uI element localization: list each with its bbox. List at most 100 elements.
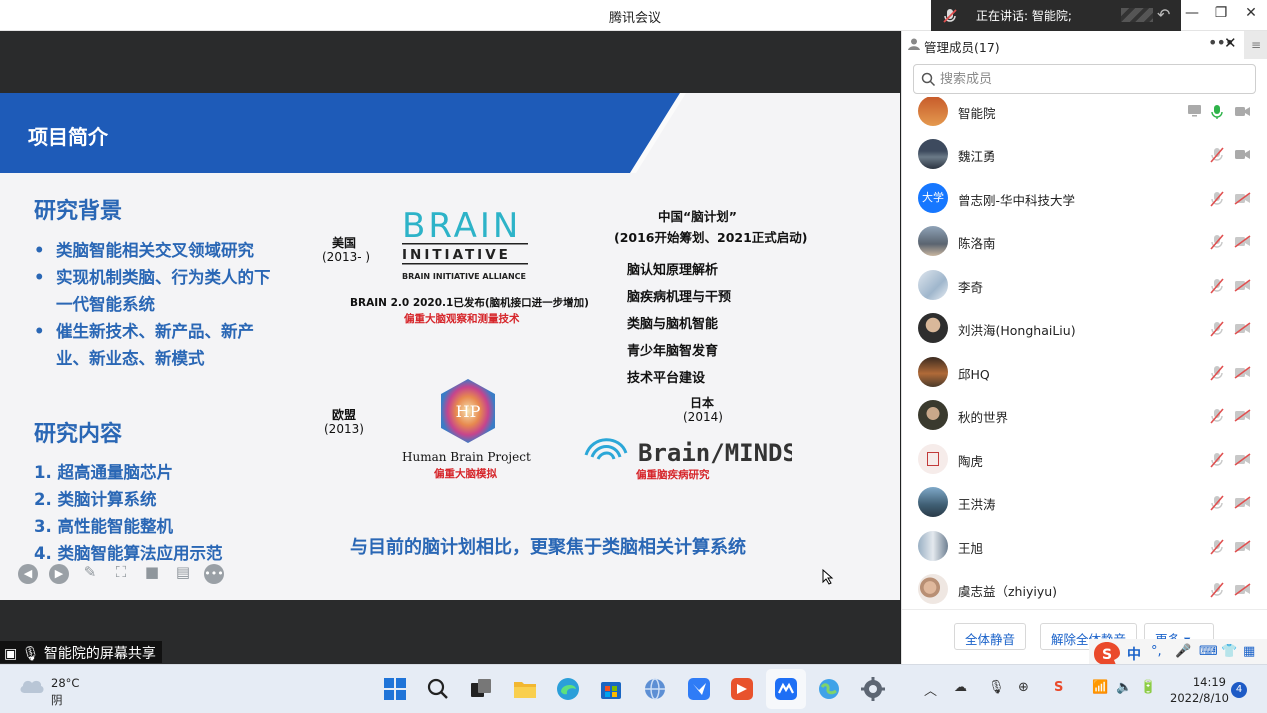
screen: 腾讯会议 正在讲话: 智能院; ↶ — ❐ ✕ 项目简介 研究背景 • 类脑智能…: [0, 0, 1267, 713]
voice-input-icon[interactable]: 🎤: [1175, 644, 1191, 659]
sogou-ime-icon[interactable]: S: [1092, 640, 1122, 667]
ime-language[interactable]: 中: [1127, 644, 1141, 664]
mic-muted-icon[interactable]: [1209, 452, 1225, 468]
member-row[interactable]: 邱HQ: [902, 351, 1267, 394]
punctuation-icon[interactable]: °,: [1151, 644, 1162, 659]
file-explorer-icon[interactable]: [512, 676, 538, 702]
mic-muted-icon[interactable]: [1209, 234, 1225, 250]
mic-muted-icon[interactable]: [1209, 408, 1225, 424]
ime-toolbar: S 中 °, 🎤 ⌨ 👕 ▦: [1089, 639, 1267, 667]
globe-browser-icon[interactable]: [642, 676, 668, 702]
panel-close-icon[interactable]: ✕: [1224, 34, 1237, 52]
onedrive-cloud-icon[interactable]: ☁: [954, 680, 967, 695]
background-bullets: 类脑智能相关交叉领域研究 实现机制类脑、行为类人的下一代智能系统 催生新技术、新…: [34, 237, 284, 372]
camera-off-icon[interactable]: [1234, 279, 1251, 292]
ime-mode-icon[interactable]: ⊕: [1018, 680, 1029, 695]
mic-muted-icon[interactable]: [1209, 495, 1225, 511]
member-row[interactable]: 刘洪海(HonghaiLiu): [902, 307, 1267, 350]
camera-off-icon[interactable]: [1234, 235, 1251, 248]
volume-bars-icon: [1121, 8, 1153, 22]
tencent-meeting-icon[interactable]: [773, 676, 799, 702]
clock[interactable]: 14:19 2022/8/10: [1170, 674, 1229, 706]
feishu-icon[interactable]: [686, 676, 712, 702]
restore-button[interactable]: ❐: [1209, 5, 1233, 21]
windows-start-icon[interactable]: [382, 676, 408, 702]
eu-label: 欧盟: [332, 408, 357, 422]
mic-muted-icon[interactable]: [1209, 147, 1225, 163]
china-period: (2016开始筹划、2021正式启动): [614, 230, 808, 245]
mute-all-button[interactable]: 全体静音: [954, 623, 1027, 650]
volume-icon[interactable]: 🔈: [1116, 680, 1132, 695]
mic-muted-icon[interactable]: [1209, 539, 1225, 555]
search-icon: [921, 72, 936, 87]
china-item: 脑疾病机理与干预: [627, 290, 732, 305]
collapse-arrow-icon[interactable]: ↶: [1157, 5, 1170, 24]
member-row[interactable]: 王旭: [902, 525, 1267, 568]
member-row[interactable]: 陶虎: [902, 438, 1267, 481]
comment-icon[interactable]: ▤: [173, 562, 193, 582]
close-button[interactable]: ✕: [1239, 5, 1263, 21]
edge-browser-icon[interactable]: [555, 676, 581, 702]
member-row[interactable]: 魏江勇: [902, 133, 1267, 176]
member-row[interactable]: 虞志益（zhiyiyu): [902, 568, 1267, 605]
settings-icon[interactable]: [860, 676, 886, 702]
camera-icon[interactable]: [1234, 148, 1251, 161]
next-slide-icon[interactable]: ▶: [49, 564, 69, 584]
search-icon[interactable]: [425, 676, 451, 702]
mic-icon: 🎙: [21, 646, 40, 662]
mic-on-icon[interactable]: [1209, 104, 1225, 120]
brain-logo-initiative: INITIATIVE: [402, 247, 511, 263]
avatar: [918, 487, 948, 517]
toolbox-icon[interactable]: ▦: [1243, 644, 1255, 659]
camera-off-icon[interactable]: [1234, 192, 1251, 205]
member-row[interactable]: 秋的世界: [902, 394, 1267, 437]
keyboard-icon[interactable]: ⌨: [1199, 644, 1218, 659]
camera-off-icon[interactable]: [1234, 540, 1251, 553]
more-options-icon[interactable]: •••: [204, 564, 224, 584]
member-search-input[interactable]: [940, 69, 1240, 89]
mic-muted-icon[interactable]: [1209, 582, 1225, 598]
notification-badge[interactable]: 4: [1231, 682, 1247, 698]
mic-muted-icon[interactable]: [1209, 365, 1225, 381]
china-item: 青少年脑智发育: [627, 344, 719, 359]
crop-icon[interactable]: ⛶: [111, 562, 131, 582]
camera-off-icon[interactable]: [1234, 583, 1251, 596]
maps-app-icon[interactable]: [816, 676, 842, 702]
battery-icon[interactable]: 🔋: [1140, 680, 1156, 695]
weather-widget[interactable]: 28°C 阴: [18, 674, 79, 707]
panel-menu-icon[interactable]: ≡: [1244, 31, 1267, 59]
member-name: 曾志刚-华中科技大学: [958, 193, 1076, 208]
hbp-focus: 偏重大脑模拟: [434, 468, 497, 480]
previous-slide-icon[interactable]: ◀: [18, 564, 38, 584]
brain-note: BRAIN 2.0 2020.1已发布(脑机接口进一步增加): [350, 297, 589, 309]
camera-off-icon[interactable]: [1234, 322, 1251, 335]
pen-icon[interactable]: ✎: [80, 562, 100, 582]
mic-muted-icon[interactable]: [1209, 321, 1225, 337]
member-row[interactable]: 李奇: [902, 264, 1267, 307]
member-row[interactable]: 陈洛南: [902, 220, 1267, 263]
microsoft-store-icon[interactable]: [598, 676, 624, 702]
mic-muted-icon[interactable]: [1209, 278, 1225, 294]
presentation-app-icon[interactable]: [729, 676, 755, 702]
camera-icon[interactable]: ■: [142, 562, 162, 582]
microphone-icon[interactable]: 🎙: [988, 680, 1005, 695]
hbp-logo-letters: HP: [456, 402, 481, 421]
camera-off-icon[interactable]: [1234, 366, 1251, 379]
member-row[interactable]: 王洪涛: [902, 481, 1267, 524]
mic-muted-icon: [943, 9, 957, 23]
skin-icon[interactable]: 👕: [1221, 644, 1237, 659]
minimize-button[interactable]: —: [1180, 5, 1204, 21]
camera-off-icon[interactable]: [1234, 496, 1251, 509]
camera-off-icon[interactable]: [1234, 453, 1251, 466]
member-name: 秋的世界: [958, 410, 1009, 425]
task-view-icon[interactable]: [468, 676, 494, 702]
member-search[interactable]: [913, 64, 1256, 94]
sogou-tray-icon[interactable]: S: [1054, 680, 1063, 695]
wifi-icon[interactable]: 📶: [1092, 680, 1108, 695]
member-row[interactable]: 大学 曾志刚-华中科技大学: [902, 177, 1267, 220]
show-hidden-icons-icon[interactable]: ︿: [924, 680, 937, 699]
camera-off-icon[interactable]: [1234, 409, 1251, 422]
camera-icon[interactable]: [1234, 105, 1251, 118]
member-row[interactable]: 智能院: [902, 97, 1267, 133]
mic-muted-icon[interactable]: [1209, 191, 1225, 207]
